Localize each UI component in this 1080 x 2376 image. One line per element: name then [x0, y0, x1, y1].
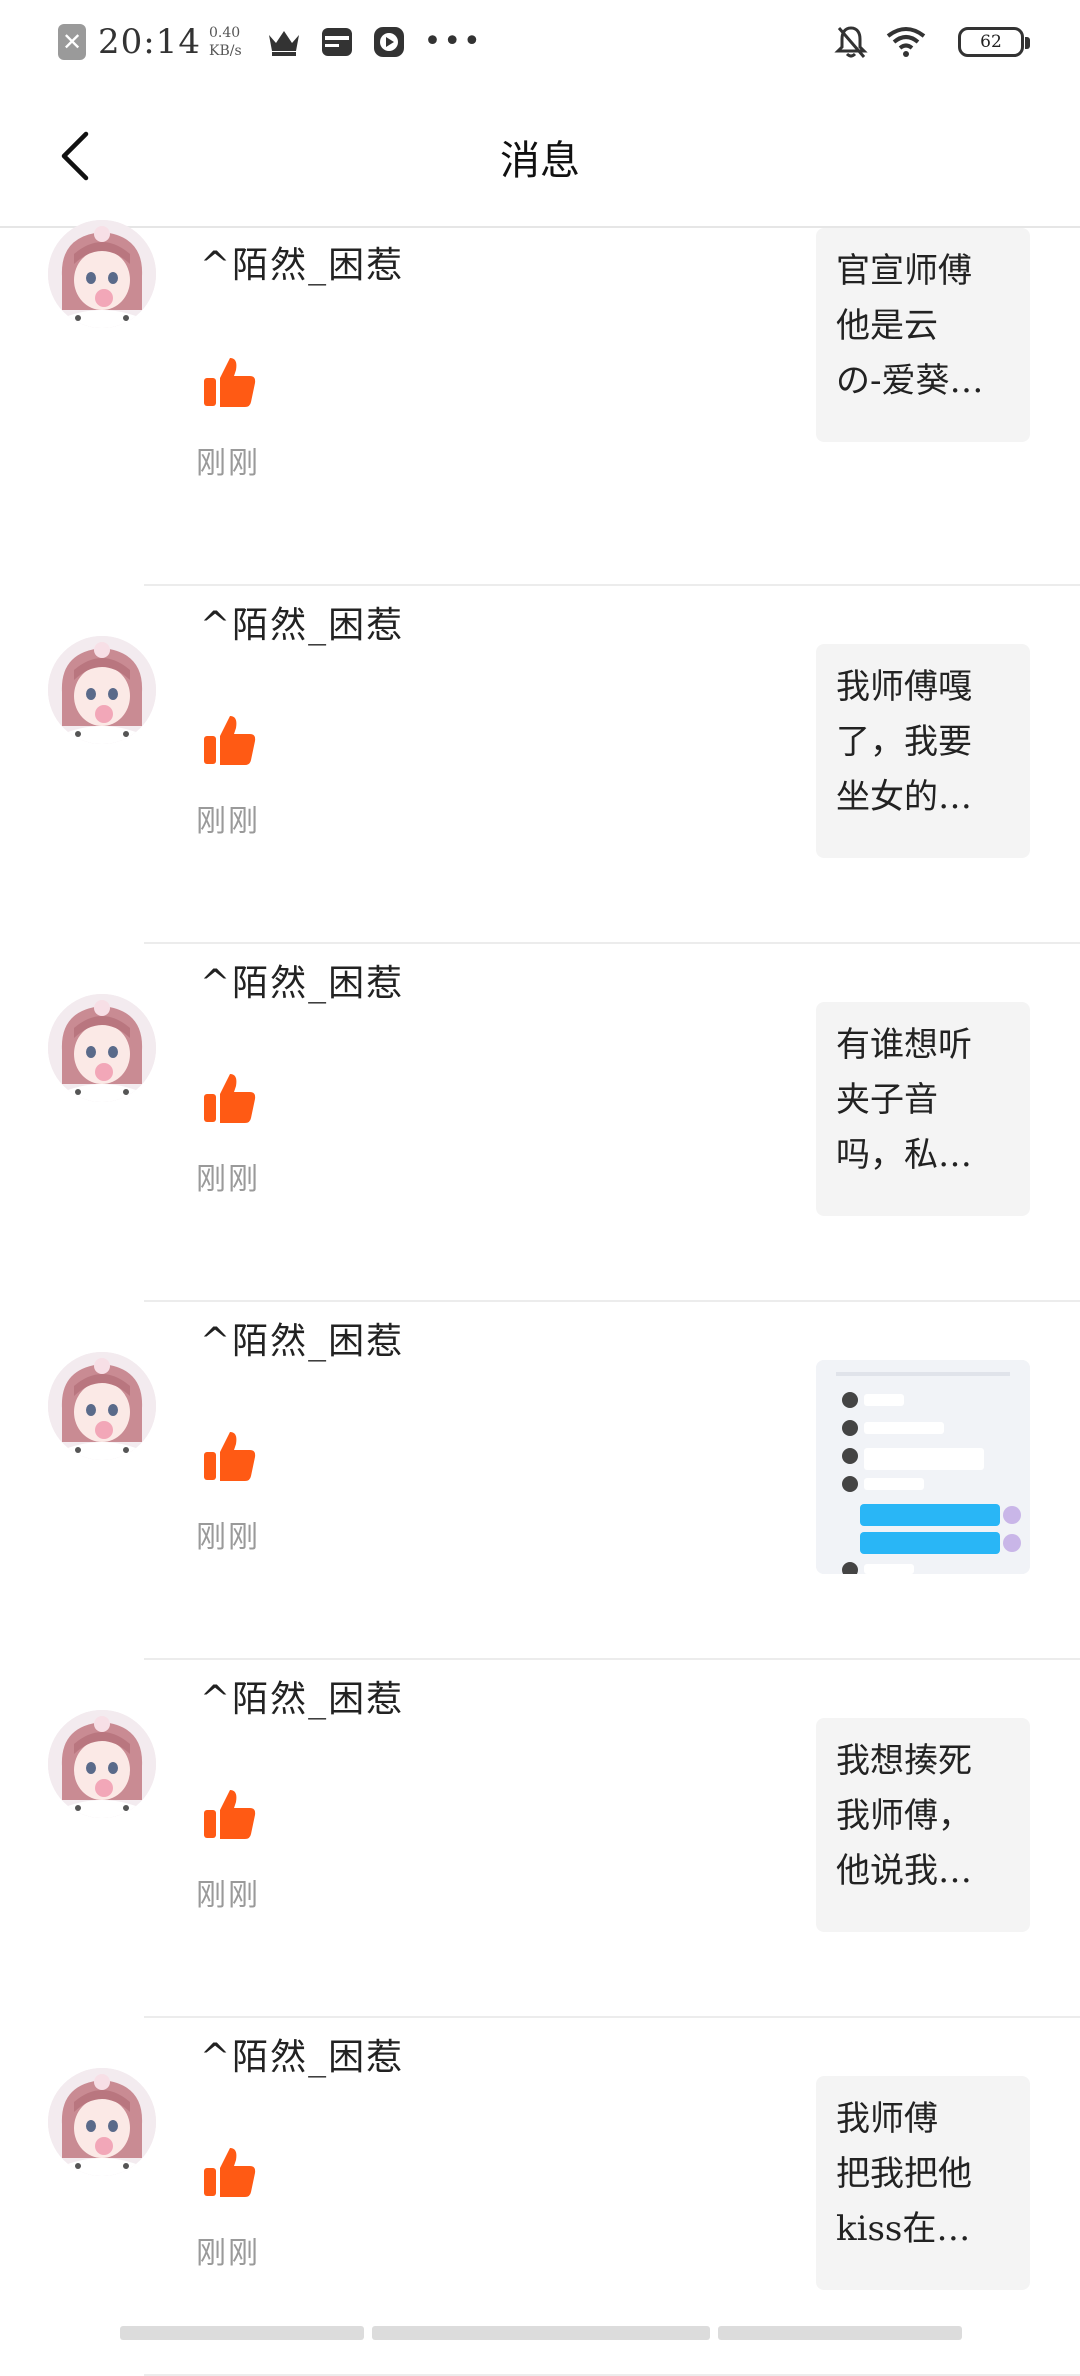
post-text-line: 了，我要 — [836, 722, 972, 762]
thumbs-up-icon — [202, 712, 258, 768]
post-text-line: 官宣师傅 — [836, 251, 972, 291]
thumbs-up-icon — [202, 1070, 258, 1126]
post-text-line: 把我把他 — [836, 2154, 972, 2194]
battery-icon: 62 — [958, 27, 1030, 57]
timestamp: 刚刚 — [196, 446, 260, 481]
thumbs-up-icon — [202, 354, 258, 410]
clock: 20:14 — [98, 22, 201, 62]
avatar-image — [48, 994, 156, 1102]
thumbs-up-icon — [202, 1428, 258, 1484]
avatar-image — [48, 2068, 156, 2176]
message-item[interactable]: ^陌然_困惹 刚刚 我想揍死 我师傅， 他说我… — [0, 1660, 1080, 2018]
message-item[interactable]: ^陌然_困惹 刚刚 我师傅嘎 了，我要 坐女的… — [0, 586, 1080, 944]
avatar[interactable] — [48, 220, 156, 328]
post-text-line: 我师傅嘎 — [836, 667, 972, 707]
post-text-line: kiss在… — [836, 2209, 971, 2249]
post-image-preview[interactable] — [816, 1360, 1030, 1574]
peek-segment — [120, 2326, 364, 2340]
username[interactable]: ^陌然_困惹 — [200, 236, 404, 288]
username[interactable]: ^陌然_困惹 — [200, 1312, 404, 1364]
timestamp: 刚刚 — [196, 1162, 260, 1197]
post-text-line: 他说我… — [836, 1851, 972, 1891]
post-preview[interactable]: 我师傅嘎 了，我要 坐女的… — [816, 644, 1030, 858]
post-preview[interactable]: 有谁想听 夹子音 吗，私… — [816, 1002, 1030, 1216]
message-item[interactable]: ^陌然_困惹 刚刚 — [0, 1302, 1080, 1660]
timestamp: 刚刚 — [196, 2236, 260, 2271]
thumbs-up-icon — [202, 2144, 258, 2200]
post-preview[interactable]: 我想揍死 我师傅， 他说我… — [816, 1718, 1030, 1932]
timestamp: 刚刚 — [196, 1878, 260, 1913]
message-list: ^陌然_困惹 刚刚 官宣师傅 他是云 の-爱葵… ^陌然_困惹 刚刚 我师傅嘎 … — [0, 220, 1080, 2376]
timestamp: 刚刚 — [196, 804, 260, 839]
timestamp: 刚刚 — [196, 1520, 260, 1555]
post-text-line: 我想揍死 — [836, 1741, 972, 1781]
mute-bell-icon — [834, 24, 868, 60]
status-left: ✕ 20:14 0.40 KB/s ••• — [58, 18, 483, 66]
post-text-line: 吗，私… — [836, 1135, 972, 1175]
crown-icon — [266, 27, 302, 57]
username[interactable]: ^陌然_困惹 — [200, 2028, 404, 2080]
notification-close-icon: ✕ — [58, 24, 86, 60]
thumbs-up-icon — [202, 1786, 258, 1842]
next-item-peek — [120, 2326, 970, 2340]
wifi-icon — [886, 26, 926, 58]
post-text-line: 夹子音 — [836, 1080, 938, 1120]
page-title: 消息 — [500, 138, 580, 184]
peek-segment — [372, 2326, 710, 2340]
status-right: 62 — [834, 18, 1030, 66]
avatar[interactable] — [48, 994, 156, 1102]
post-text-line: 我师傅， — [836, 1796, 972, 1836]
battery-level: 62 — [980, 32, 1002, 52]
post-text-line: 有谁想听 — [836, 1025, 972, 1065]
peek-segment — [718, 2326, 962, 2340]
message-item[interactable]: ^陌然_困惹 刚刚 有谁想听 夹子音 吗，私… — [0, 944, 1080, 1302]
username[interactable]: ^陌然_困惹 — [200, 1670, 404, 1722]
title-bar: 消息 — [0, 84, 1080, 228]
play-icon — [372, 25, 406, 59]
username[interactable]: ^陌然_困惹 — [200, 954, 404, 1006]
more-status-icons: ••• — [423, 24, 483, 59]
post-text-line: の-爱葵… — [836, 361, 984, 401]
avatar-image — [48, 1710, 156, 1818]
message-item[interactable]: ^陌然_困惹 刚刚 官宣师傅 他是云 の-爱葵… — [0, 220, 1080, 586]
avatar-image — [48, 636, 156, 744]
post-text-line: 坐女的… — [836, 777, 972, 817]
network-speed-unit: KB/s — [208, 43, 242, 59]
status-bar: ✕ 20:14 0.40 KB/s ••• 62 — [0, 0, 1080, 84]
message-item[interactable]: ^陌然_困惹 刚刚 我师傅 把我把他 kiss在… — [0, 2018, 1080, 2376]
avatar[interactable] — [48, 2068, 156, 2176]
post-text-line: 他是云 — [836, 306, 938, 346]
avatar-image — [48, 1352, 156, 1460]
avatar-image — [48, 220, 156, 328]
post-text-line: 我师傅 — [836, 2099, 938, 2139]
network-speed-value: 0.40 — [208, 25, 241, 41]
post-preview[interactable]: 官宣师傅 他是云 の-爱葵… — [816, 228, 1030, 442]
username[interactable]: ^陌然_困惹 — [200, 596, 404, 648]
network-speed: 0.40 KB/s — [209, 24, 242, 60]
post-preview[interactable]: 我师傅 把我把他 kiss在… — [816, 2076, 1030, 2290]
wallet-icon — [320, 25, 354, 59]
avatar[interactable] — [48, 1710, 156, 1818]
chat-screenshot-thumbnail — [816, 1360, 1030, 1574]
avatar[interactable] — [48, 636, 156, 744]
avatar[interactable] — [48, 1352, 156, 1460]
